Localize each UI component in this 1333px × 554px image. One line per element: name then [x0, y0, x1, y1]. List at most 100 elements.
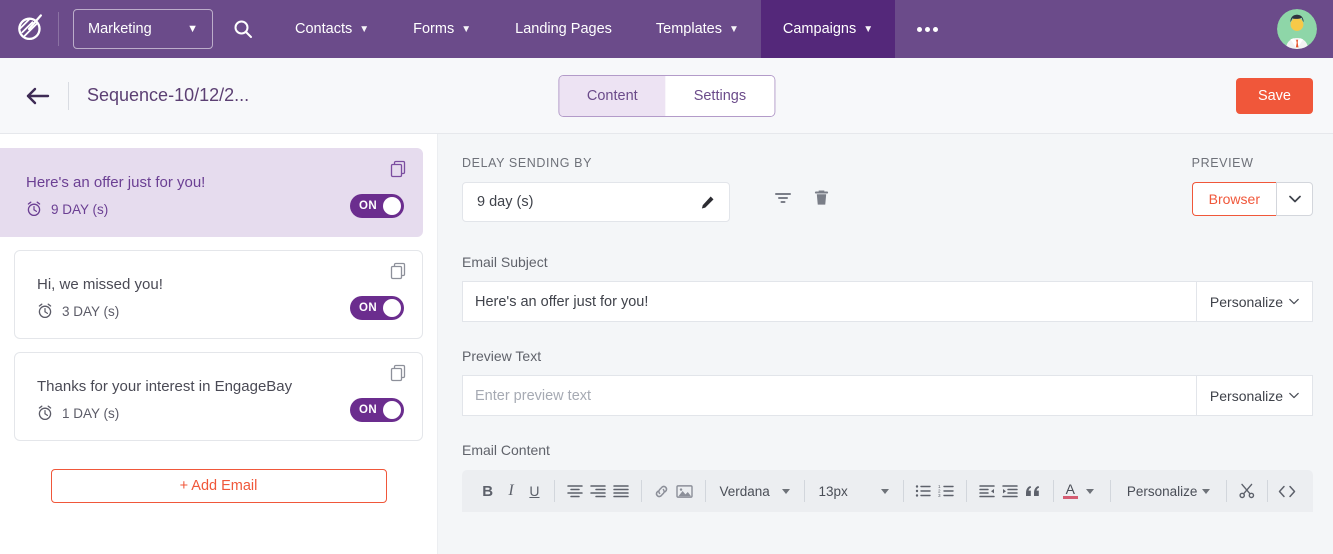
nav-divider [58, 12, 59, 46]
bullet-list-button[interactable] [911, 476, 934, 506]
italic-button[interactable]: I [499, 476, 522, 506]
bold-button[interactable]: B [476, 476, 499, 506]
text-color-dropdown[interactable] [1079, 476, 1102, 506]
align-center-button[interactable] [563, 476, 586, 506]
toolbar-personalize-button[interactable]: Personalize [1119, 476, 1219, 506]
chevron-down-icon: ▼ [359, 23, 370, 35]
font-size-select[interactable]: 13px [812, 476, 894, 506]
insert-image-button[interactable] [673, 476, 696, 506]
nav-more-button[interactable] [895, 0, 960, 58]
align-justify-button[interactable] [610, 476, 633, 506]
preview-browser-button[interactable]: Browser [1191, 182, 1276, 216]
delay-sending-group: DELAY SENDING BY 9 day (s) [462, 156, 829, 222]
source-code-button[interactable] [1275, 476, 1298, 506]
personalize-label: Personalize [1209, 293, 1284, 310]
content-settings-tabs: Content Settings [557, 74, 776, 117]
avatar [1277, 9, 1317, 49]
alarm-clock-icon [38, 405, 52, 421]
copy-icon-glyph [390, 262, 406, 280]
email-enabled-toggle[interactable]: ON [350, 194, 404, 218]
copy-icon[interactable] [390, 160, 406, 183]
chevron-down-icon [1289, 392, 1299, 399]
delay-sending-value: 9 day (s) [477, 194, 534, 210]
nav-item-campaigns[interactable]: Campaigns ▼ [760, 0, 896, 58]
email-subject-group: Email Subject Personalize [462, 254, 1313, 322]
outdent-icon [978, 485, 995, 498]
link-icon [655, 485, 668, 497]
back-button[interactable] [16, 74, 60, 118]
outdent-button[interactable] [975, 476, 998, 506]
alarm-clock-icon [38, 303, 52, 319]
toggle-label: ON [359, 404, 378, 416]
nav-item-templates[interactable]: Templates ▼ [634, 0, 761, 58]
delay-sending-value-box[interactable]: 9 day (s) [462, 182, 730, 222]
email-card-title: Hi, we missed you! [37, 276, 163, 293]
email-card-delay: 1 DAY (s) [37, 405, 404, 421]
more-dots-icon [917, 26, 923, 32]
copy-icon[interactable] [390, 364, 406, 387]
tab-settings[interactable]: Settings [665, 75, 775, 116]
app-logo[interactable] [0, 12, 58, 46]
rich-text-toolbar: B I U Verdana 13px 1 2 3 A Personalize [462, 470, 1313, 512]
more-dots-icon [925, 26, 931, 32]
align-center-icon [566, 485, 583, 498]
underline-button[interactable]: U [523, 476, 546, 506]
email-enabled-toggle[interactable]: ON [350, 398, 404, 422]
nav-item-landing-pages[interactable]: Landing Pages [493, 0, 634, 58]
nav-item-label: Forms [413, 21, 455, 37]
blockquote-button[interactable] [1022, 476, 1045, 506]
email-card-2[interactable]: Hi, we missed you! 3 DAY (s) ON [14, 250, 423, 339]
indent-button[interactable] [998, 476, 1021, 506]
email-card-1[interactable]: Here's an offer just for you! 9 DAY (s) … [0, 148, 423, 237]
bullet-list-icon [915, 485, 931, 497]
preview-text-input[interactable] [462, 375, 1196, 416]
delay-action-icons [774, 189, 829, 207]
align-right-button[interactable] [586, 476, 609, 506]
nav-item-label: Campaigns [782, 21, 857, 37]
back-arrow-icon [26, 87, 50, 104]
chevron-down-icon: ▼ [187, 23, 198, 35]
nav-item-forms[interactable]: Forms ▼ [391, 0, 493, 58]
font-family-value: Verdana [719, 483, 770, 499]
preview-text-label: Preview Text [462, 348, 542, 364]
chevron-down-icon: ▼ [863, 23, 874, 35]
insert-link-button[interactable] [650, 476, 673, 506]
email-subject-input[interactable] [462, 281, 1196, 322]
nav-item-label: Landing Pages [515, 21, 612, 37]
toggle-label: ON [359, 200, 378, 212]
page-subheader: Sequence-10/12/2... Content Settings Sav… [0, 58, 1333, 134]
copy-icon[interactable] [390, 262, 406, 285]
text-color-button[interactable]: A [1062, 482, 1079, 499]
indent-icon [1002, 485, 1018, 498]
preview-dropdown-button[interactable] [1276, 182, 1313, 216]
add-email-button[interactable]: + Add Email [50, 469, 387, 503]
delete-button[interactable] [814, 189, 829, 207]
font-family-select[interactable]: Verdana [713, 476, 795, 506]
filter-button[interactable] [774, 190, 792, 206]
numbered-list-icon: 1 2 3 [938, 484, 955, 498]
user-avatar-button[interactable] [1277, 9, 1317, 49]
email-enabled-toggle[interactable]: ON [350, 296, 404, 320]
nav-item-label: Templates [655, 21, 722, 37]
chevron-down-icon [880, 488, 889, 494]
nav-item-contacts[interactable]: Contacts ▼ [273, 0, 391, 58]
cut-button[interactable] [1235, 476, 1258, 506]
subject-personalize-button[interactable]: Personalize [1196, 281, 1313, 322]
preview-text-group: Preview Text Personalize [462, 348, 1313, 416]
save-button[interactable]: Save [1235, 77, 1313, 114]
scissors-icon [1239, 483, 1255, 499]
tab-content[interactable]: Content [558, 75, 666, 116]
search-button[interactable] [213, 0, 273, 58]
email-card-delay: 3 DAY (s) [37, 303, 404, 319]
align-justify-icon [613, 485, 630, 498]
email-card-3[interactable]: Thanks for your interest in EngageBay 1 … [14, 352, 423, 441]
personalize-label: Personalize [1126, 483, 1198, 499]
email-subject-label: Email Subject [462, 254, 548, 270]
module-selector[interactable]: Marketing ▼ [73, 9, 213, 49]
personalize-label: Personalize [1209, 387, 1284, 404]
numbered-list-button[interactable]: 1 2 3 [935, 476, 958, 506]
chevron-down-icon [1288, 195, 1301, 203]
preview-text-personalize-button[interactable]: Personalize [1196, 375, 1313, 416]
page-body: Here's an offer just for you! 9 DAY (s) … [0, 134, 1333, 554]
delay-and-preview-row: DELAY SENDING BY 9 day (s) PREVIEW Brows… [462, 156, 1313, 222]
